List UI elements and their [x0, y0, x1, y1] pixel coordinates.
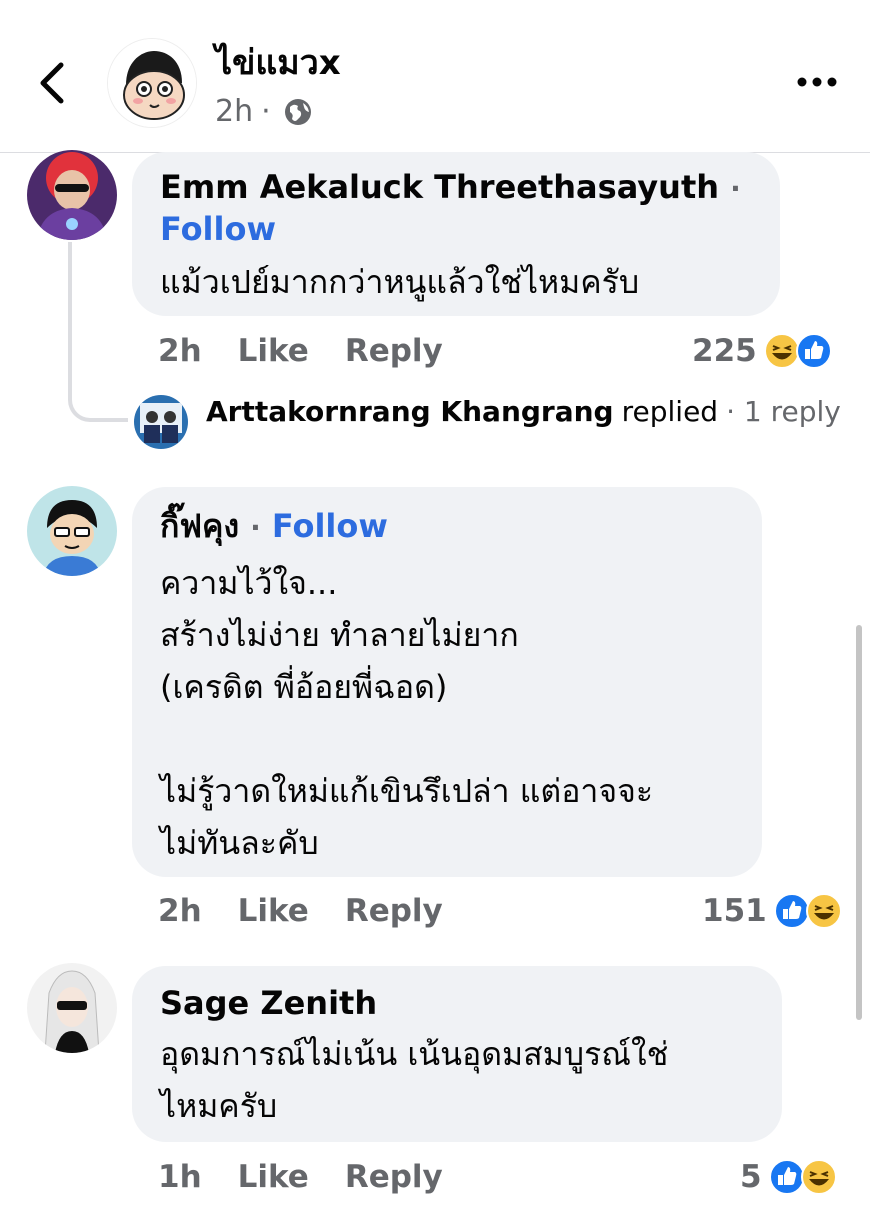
reaction-count: 5 — [740, 1159, 762, 1195]
post-meta: 2h · — [215, 92, 313, 132]
meta-separator: · — [261, 94, 271, 129]
reply-button[interactable]: Reply — [345, 1159, 443, 1195]
comment-author[interactable]: Emm Aekaluck Threethasayuth — [160, 168, 719, 206]
post-header: ไข่แมวx 2h · — [0, 0, 870, 153]
reaction-summary[interactable]: 225 — [692, 330, 833, 372]
reaction-summary[interactable]: 151 — [702, 890, 843, 932]
like-button[interactable]: Like — [238, 333, 309, 369]
back-arrow-icon — [40, 62, 64, 104]
post-time[interactable]: 2h — [215, 92, 253, 132]
page-name[interactable]: ไข่แมวx — [215, 38, 341, 88]
more-icon — [797, 77, 837, 87]
comment-actions: 2h Like Reply — [158, 890, 479, 932]
comment-time[interactable]: 1h — [158, 1159, 202, 1195]
commenter-avatar[interactable] — [27, 963, 117, 1053]
comment-text: ความไว้ใจ... สร้างไม่ง่าย ทำลายไม่ยาก (เ… — [160, 564, 654, 862]
comment-text: อุดมการณ์ไม่เน้น เน้นอุดมสมบูรณ์ใช่ ไหมค… — [160, 1035, 669, 1125]
haha-reaction-icon — [805, 893, 842, 929]
more-options-button[interactable] — [795, 60, 839, 104]
reply-author: Arttakornrang Khangrang — [206, 395, 614, 428]
comment-author[interactable]: กิ๊ฟคุง — [160, 507, 239, 545]
reply-button[interactable]: Reply — [345, 893, 443, 929]
like-button[interactable]: Like — [238, 1159, 309, 1195]
commenter-avatar[interactable] — [27, 486, 117, 576]
comment-time[interactable]: 2h — [158, 893, 202, 929]
comment-bubble: Sage Zenith อุดมการณ์ไม่เน้น เน้นอุดมสมบ… — [132, 966, 782, 1142]
like-reaction-icon — [795, 333, 832, 369]
comment-author[interactable]: Sage Zenith — [160, 982, 754, 1024]
replied-label: replied — [621, 395, 719, 428]
comment-bubble: กิ๊ฟคุง · Follow ความไว้ใจ... สร้างไม่ง่… — [132, 487, 762, 877]
reaction-count: 225 — [692, 333, 757, 369]
reply-thread-line — [68, 242, 128, 422]
comment-time[interactable]: 2h — [158, 333, 202, 369]
follow-button[interactable]: Follow — [160, 208, 752, 250]
scrollbar[interactable] — [856, 625, 862, 1020]
commenter-avatar[interactable] — [27, 150, 117, 240]
comment-actions: 2h Like Reply — [158, 330, 479, 372]
view-replies-link[interactable]: Arttakornrang Khangrang replied · 1 repl… — [134, 395, 841, 449]
comment-actions: 1h Like Reply — [158, 1156, 479, 1198]
globe-icon — [284, 99, 311, 125]
haha-reaction-icon — [800, 1159, 837, 1195]
like-button[interactable]: Like — [238, 893, 309, 929]
dot-separator: · — [250, 511, 261, 544]
reaction-count: 151 — [702, 893, 767, 929]
comment-text: แม้วเปย์มากกว่าหนูแล้วใช่ไหมครับ — [160, 263, 640, 301]
reaction-summary[interactable]: 5 — [740, 1156, 838, 1198]
back-button[interactable] — [30, 58, 74, 108]
reply-avatar — [134, 395, 188, 449]
dot-separator: · — [730, 172, 741, 205]
reply-button[interactable]: Reply — [345, 333, 443, 369]
follow-button[interactable]: Follow — [272, 507, 388, 545]
page-avatar[interactable] — [107, 38, 197, 128]
reply-count: · 1 reply — [726, 395, 841, 428]
comment-bubble: Emm Aekaluck Threethasayuth · Follow แม้… — [132, 152, 780, 316]
